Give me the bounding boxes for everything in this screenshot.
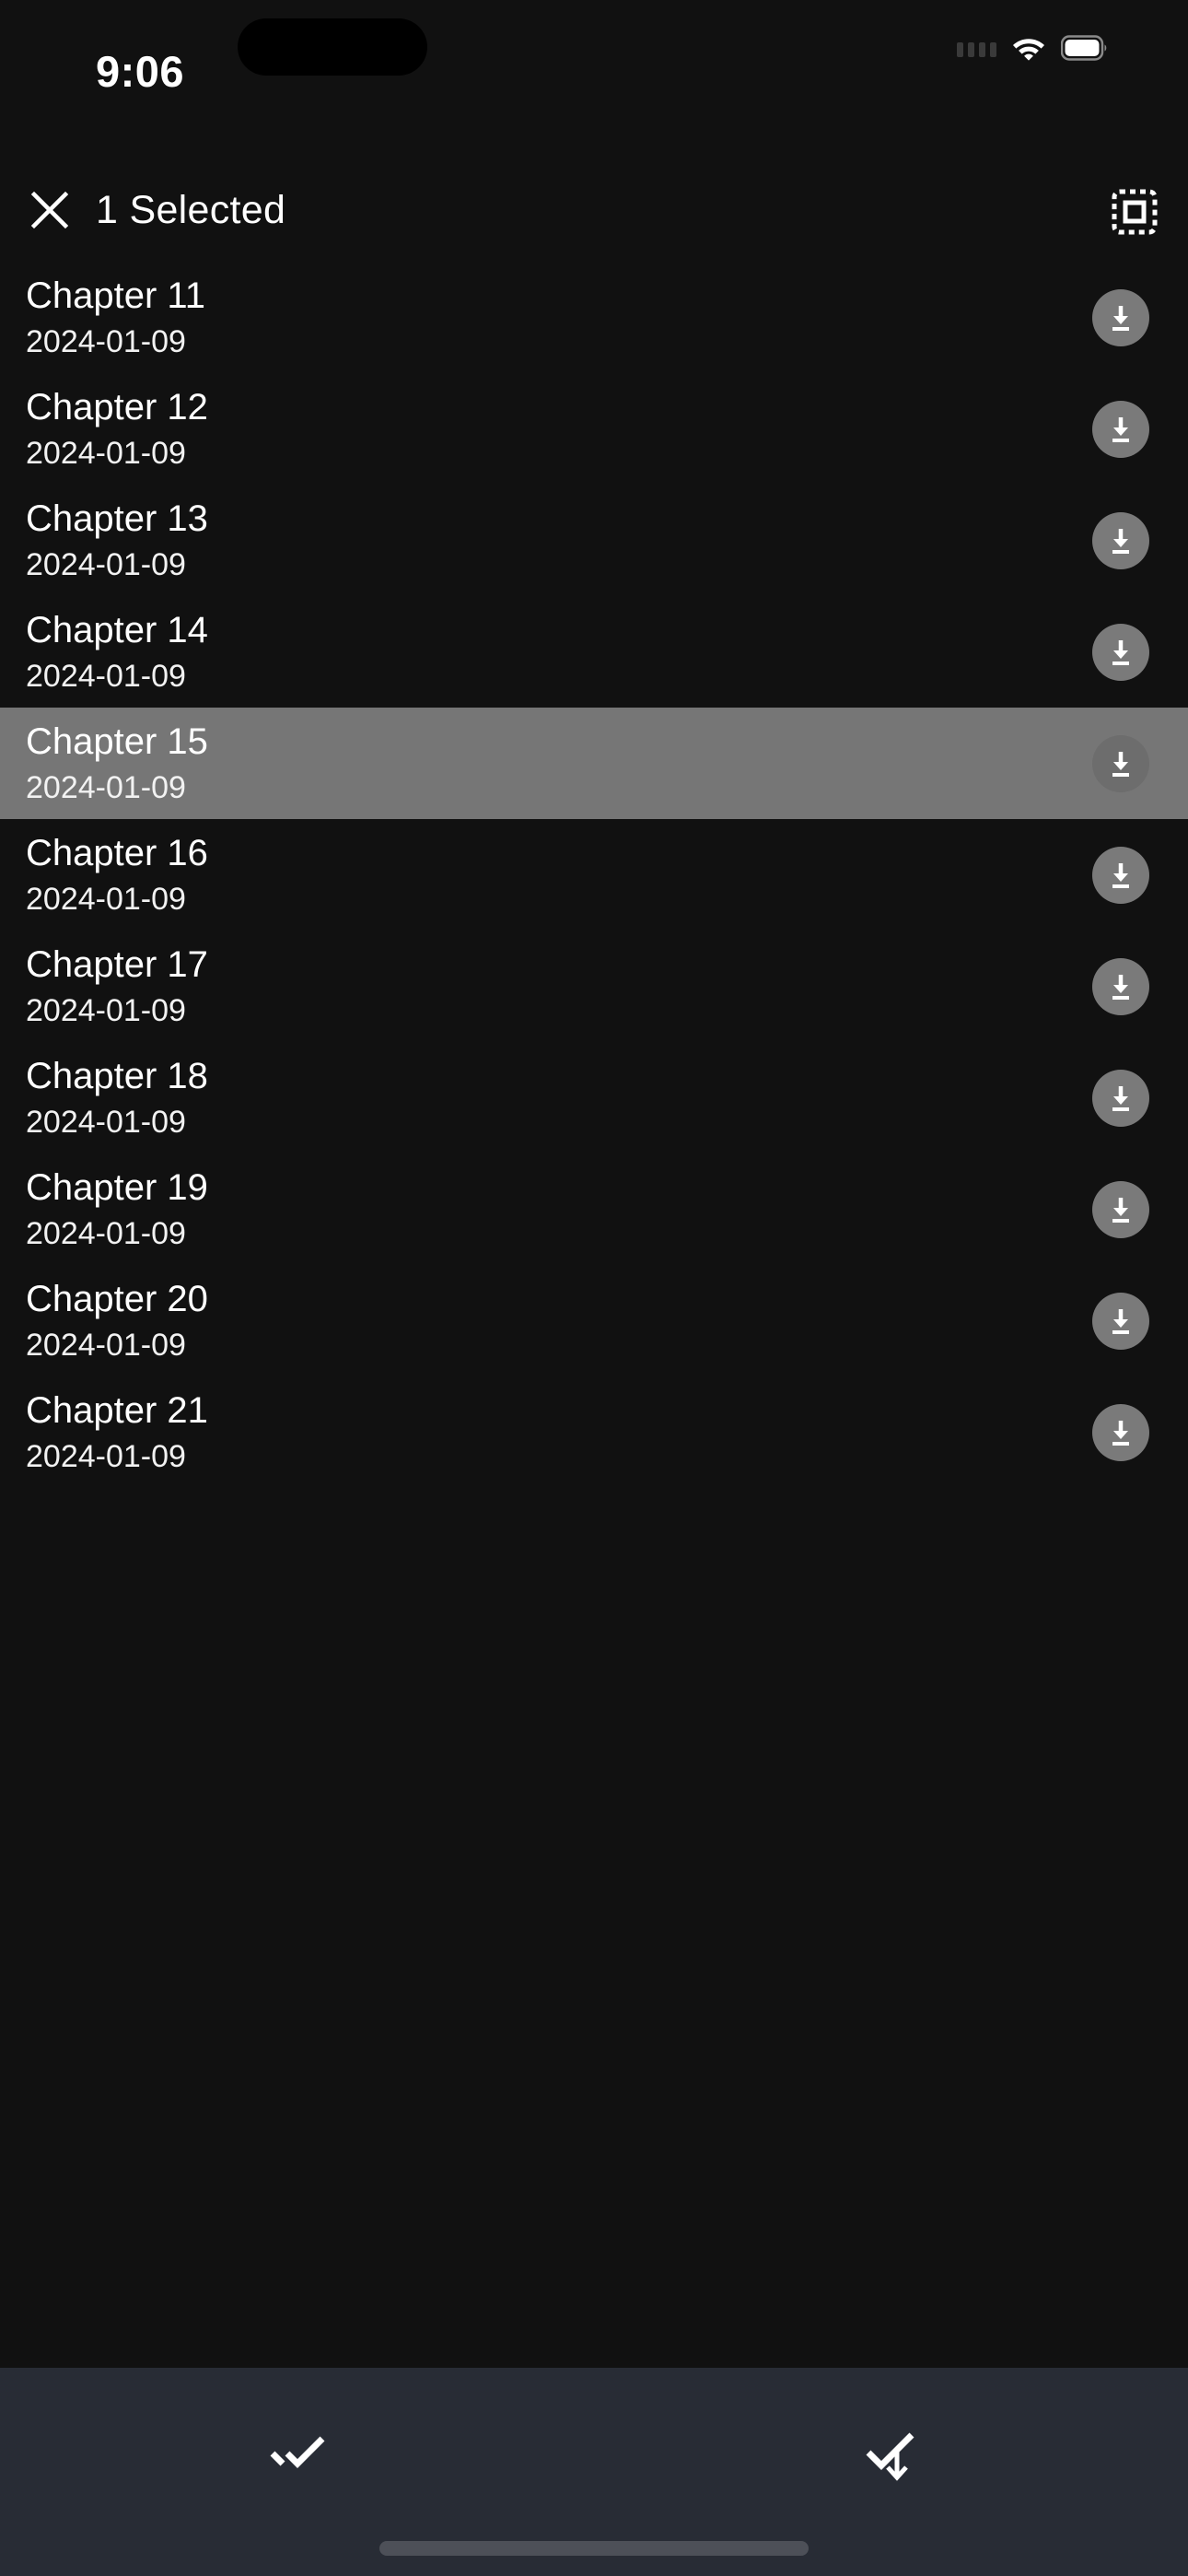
download-icon[interactable]	[1092, 1403, 1149, 1461]
chapter-date: 2024-01-09	[26, 1215, 186, 1251]
table-row[interactable]: Chapter 19 2024-01-09	[0, 1153, 1188, 1265]
chapter-date: 2024-01-09	[26, 546, 186, 582]
page-title: 1 Selected	[96, 187, 286, 232]
phone-screen: 9:06 1 Selected Chapter 11 2024-01-09 Ch…	[0, 0, 1188, 2576]
wifi-icon	[1011, 35, 1046, 65]
chapter-date: 2024-01-09	[26, 881, 186, 917]
download-icon[interactable]	[1092, 1180, 1149, 1238]
double-check-icon	[260, 2416, 335, 2496]
table-row[interactable]: Chapter 12 2024-01-09	[0, 373, 1188, 485]
toolbar-actions	[0, 2368, 1188, 2543]
row-text: Chapter 20 2024-01-09	[26, 1278, 208, 1364]
close-icon[interactable]	[24, 184, 76, 236]
table-row[interactable]: Chapter 11 2024-01-09	[0, 262, 1188, 373]
table-row[interactable]: Chapter 21 2024-01-09	[0, 1376, 1188, 1488]
table-row[interactable]: Chapter 14 2024-01-09	[0, 596, 1188, 708]
chapter-date: 2024-01-09	[26, 1438, 186, 1474]
download-icon[interactable]	[1092, 511, 1149, 569]
chapter-date: 2024-01-09	[26, 992, 186, 1028]
signal-dots-icon	[957, 41, 996, 59]
dynamic-island	[238, 18, 427, 76]
row-text: Chapter 15 2024-01-09	[26, 720, 208, 807]
table-row[interactable]: Chapter 20 2024-01-09	[0, 1265, 1188, 1376]
chapter-title: Chapter 18	[26, 1055, 208, 1096]
download-icon[interactable]	[1092, 1069, 1149, 1127]
download-icon[interactable]	[1092, 734, 1149, 792]
status-bar: 9:06	[0, 0, 1188, 158]
select-range-icon[interactable]	[1107, 184, 1162, 240]
bottom-toolbar	[0, 2368, 1188, 2576]
download-icon[interactable]	[1092, 1292, 1149, 1350]
chapter-title: Chapter 16	[26, 832, 208, 873]
row-text: Chapter 12 2024-01-09	[26, 386, 208, 473]
table-row[interactable]: Chapter 13 2024-01-09	[0, 485, 1188, 596]
table-row[interactable]: Chapter 18 2024-01-09	[0, 1042, 1188, 1153]
download-icon[interactable]	[1092, 623, 1149, 681]
chapter-list[interactable]: Chapter 11 2024-01-09 Chapter 12 2024-01-09…	[0, 262, 1188, 2368]
table-row[interactable]: Chapter 15 2024-01-09	[0, 708, 1188, 819]
download-icon[interactable]	[1092, 288, 1149, 346]
chapter-date: 2024-01-09	[26, 435, 186, 471]
row-text: Chapter 14 2024-01-09	[26, 609, 208, 696]
chapter-title: Chapter 17	[26, 943, 208, 985]
table-row[interactable]: Chapter 16 2024-01-09	[0, 819, 1188, 931]
chapter-date: 2024-01-09	[26, 769, 186, 805]
chapter-title: Chapter 20	[26, 1278, 208, 1319]
download-icon[interactable]	[1092, 957, 1149, 1015]
chapter-title: Chapter 19	[26, 1166, 208, 1208]
row-text: Chapter 17 2024-01-09	[26, 943, 208, 1030]
row-text: Chapter 18 2024-01-09	[26, 1055, 208, 1142]
row-text: Chapter 19 2024-01-09	[26, 1166, 208, 1253]
status-time: 9:06	[96, 47, 185, 96]
row-text: Chapter 13 2024-01-09	[26, 498, 208, 584]
chapter-date: 2024-01-09	[26, 658, 186, 694]
row-text: Chapter 11 2024-01-09	[26, 275, 205, 361]
battery-full-icon	[1060, 35, 1109, 65]
table-row[interactable]: Chapter 17 2024-01-09	[0, 931, 1188, 1042]
select-below-button[interactable]	[594, 2368, 1188, 2543]
chapter-date: 2024-01-09	[26, 1327, 186, 1363]
selection-header: 1 Selected	[0, 158, 1188, 262]
mark-all-read-button[interactable]	[0, 2368, 594, 2543]
chapter-title: Chapter 15	[26, 720, 208, 762]
chapter-title: Chapter 21	[26, 1389, 208, 1431]
row-text: Chapter 21 2024-01-09	[26, 1389, 208, 1476]
status-indicators	[957, 35, 1109, 65]
chapter-date: 2024-01-09	[26, 323, 186, 359]
row-text: Chapter 16 2024-01-09	[26, 832, 208, 919]
check-arrow-down-icon	[854, 2416, 929, 2496]
download-icon[interactable]	[1092, 846, 1149, 904]
home-indicator[interactable]	[379, 2541, 809, 2556]
chapter-title: Chapter 11	[26, 275, 205, 316]
chapter-title: Chapter 14	[26, 609, 208, 650]
chapter-date: 2024-01-09	[26, 1104, 186, 1140]
download-icon[interactable]	[1092, 400, 1149, 458]
chapter-title: Chapter 13	[26, 498, 208, 539]
chapter-title: Chapter 12	[26, 386, 208, 427]
